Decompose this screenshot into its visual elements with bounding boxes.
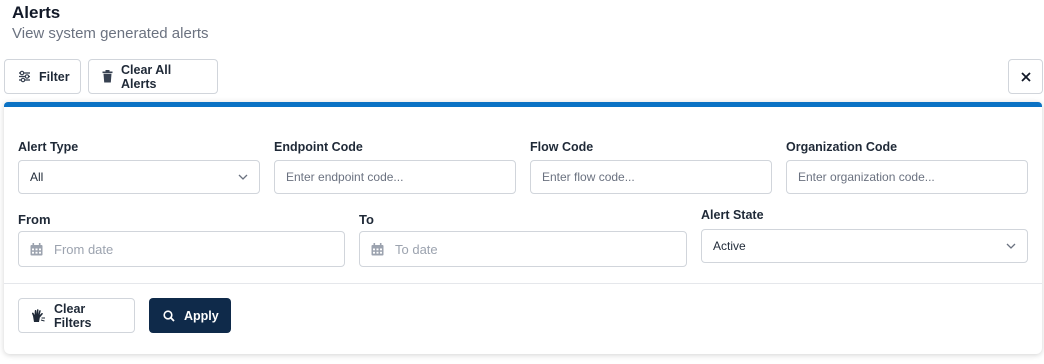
chevron-down-icon	[1006, 243, 1016, 249]
to-label: To	[359, 212, 374, 227]
filter-button-label: Filter	[39, 69, 70, 84]
close-button[interactable]	[1008, 59, 1043, 94]
calendar-icon	[30, 242, 43, 256]
panel-divider	[4, 283, 1042, 284]
close-icon	[1020, 71, 1031, 82]
alert-type-value: All	[30, 170, 44, 184]
to-date-placeholder: To date	[395, 241, 438, 257]
to-date-input[interactable]: To date	[359, 231, 687, 267]
endpoint-code-placeholder: Enter endpoint code...	[286, 170, 404, 184]
page-subtitle: View system generated alerts	[12, 25, 209, 42]
clear-all-alerts-label: Clear All Alerts	[121, 62, 172, 91]
alert-state-select[interactable]: Active	[701, 229, 1028, 263]
apply-button[interactable]: Apply	[149, 298, 231, 333]
organization-code-label: Organization Code	[786, 140, 898, 154]
endpoint-code-label: Endpoint Code	[274, 140, 363, 154]
hand-icon	[31, 308, 46, 323]
page-title: Alerts	[12, 3, 61, 22]
clear-filters-button[interactable]: Clear Filters	[18, 298, 135, 333]
from-label: From	[18, 212, 51, 227]
search-icon	[163, 309, 175, 322]
from-date-placeholder: From date	[54, 241, 114, 257]
trash-icon	[102, 70, 113, 83]
organization-code-input[interactable]: Enter organization code...	[786, 160, 1028, 194]
flow-code-label: Flow Code	[530, 140, 594, 154]
filter-button[interactable]: Filter	[4, 59, 81, 94]
clear-all-alerts-button[interactable]: Clear All Alerts	[88, 59, 218, 94]
clear-filters-label: Clear Filters	[54, 301, 92, 330]
flow-code-placeholder: Enter flow code...	[542, 170, 635, 184]
organization-code-placeholder: Enter organization code...	[798, 170, 935, 184]
alert-type-label: Alert Type	[18, 140, 79, 154]
flow-code-input[interactable]: Enter flow code...	[530, 160, 772, 194]
endpoint-code-input[interactable]: Enter endpoint code...	[274, 160, 516, 194]
chevron-down-icon	[238, 174, 248, 180]
apply-label: Apply	[184, 308, 219, 323]
alert-type-select[interactable]: All	[18, 160, 260, 194]
sliders-icon	[18, 70, 31, 83]
alert-state-label: Alert State	[701, 208, 764, 222]
calendar-icon	[371, 242, 384, 256]
from-date-input[interactable]: From date	[18, 231, 345, 267]
filter-panel: Alert Type All Endpoint Code Enter endpo…	[4, 102, 1042, 354]
alert-state-value: Active	[713, 239, 746, 253]
